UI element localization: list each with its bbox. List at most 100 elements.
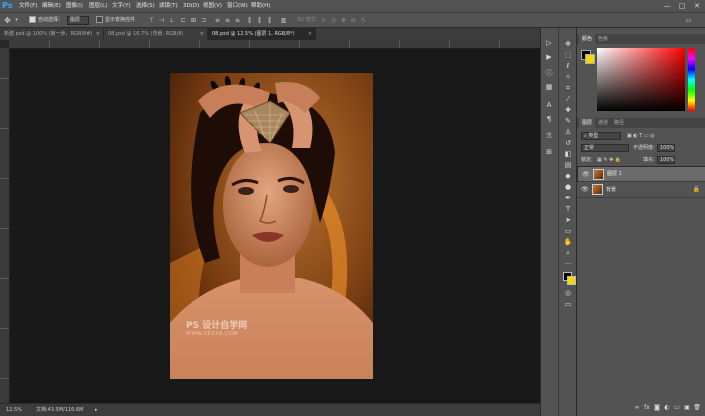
workspace-icon[interactable]: ▭ [685, 17, 692, 24]
menu-file[interactable]: 文件(F) [19, 0, 37, 12]
properties-icon[interactable]: ▦ [543, 82, 555, 92]
history-brush-icon[interactable]: ↺ [562, 138, 574, 148]
tab-paths[interactable]: 路径 [611, 118, 627, 128]
background-color-swatch[interactable] [585, 54, 595, 64]
layer-row[interactable]: 👁 图层 1 [577, 166, 705, 182]
menu-filter[interactable]: 滤镜(T) [159, 0, 178, 12]
marquee-tool-icon[interactable]: ⬚ [562, 50, 574, 60]
new-group-icon[interactable]: ▭ [673, 404, 681, 412]
quick-mask-icon[interactable]: ◎ [562, 288, 574, 298]
3d-rotate-icon[interactable]: ↻ [320, 17, 327, 24]
gradient-tool-icon[interactable]: ▤ [562, 160, 574, 170]
3d-roll-icon[interactable]: ◎ [330, 17, 337, 24]
dodge-tool-icon[interactable]: ● [562, 182, 574, 192]
move-tool-icon[interactable]: ✥ [562, 39, 574, 49]
fill-input[interactable]: 100% [657, 156, 675, 164]
align-hcenter-icon[interactable]: ⊞ [190, 17, 197, 24]
crop-tool-icon[interactable]: ⌗ [562, 83, 574, 93]
actions-icon[interactable]: ▶ [543, 52, 555, 62]
menu-window[interactable]: 窗口(W) [227, 0, 248, 12]
new-layer-icon[interactable]: ▣ [683, 404, 691, 412]
type-tool-icon[interactable]: T [562, 204, 574, 214]
3d-slide-icon[interactable]: ⇄ [350, 17, 357, 24]
color-picker-field[interactable] [597, 48, 685, 111]
visibility-eye-icon[interactable]: 👁 [581, 186, 589, 193]
tab-swatches[interactable]: 色板 [595, 34, 611, 44]
add-mask-icon[interactable]: ◙ [653, 404, 661, 412]
align-right-icon[interactable]: ⊐ [200, 17, 207, 24]
layer-name[interactable]: 图层 1 [607, 171, 622, 178]
close-button[interactable]: ✕ [690, 0, 704, 12]
chevron-down-icon[interactable]: ▾ [13, 17, 20, 24]
blur-tool-icon[interactable]: ◆ [562, 171, 574, 181]
character-icon[interactable]: A [543, 100, 555, 110]
adjustment-layer-icon[interactable]: ◐ [663, 404, 671, 412]
close-icon[interactable]: × [200, 28, 204, 40]
layer-style-icon[interactable]: fx [643, 404, 651, 412]
visibility-eye-icon[interactable]: 👁 [582, 171, 590, 178]
3d-scale-icon[interactable]: ⇱ [360, 17, 367, 24]
background-color-swatch[interactable] [567, 276, 576, 285]
brush-tool-icon[interactable]: ✎ [562, 116, 574, 126]
menu-select[interactable]: 选择(S) [136, 0, 155, 12]
tab-document-1[interactable]: 新建.psd @ 100% (第一步，RGB/8#) × [0, 28, 104, 40]
tab-color[interactable]: 颜色 [579, 34, 596, 44]
menu-type[interactable]: 文字(Y) [112, 0, 131, 12]
lasso-tool-icon[interactable]: ℓ [562, 61, 574, 71]
hand-tool-icon[interactable]: ✋ [562, 237, 574, 247]
pen-tool-icon[interactable]: ✒ [562, 193, 574, 203]
shape-tool-icon[interactable]: ▭ [562, 226, 574, 236]
auto-select-dropdown[interactable]: 图层 [67, 16, 89, 25]
zoom-tool-icon[interactable]: ⌕ [562, 248, 574, 258]
distribute-left-icon[interactable]: ‖ [246, 17, 253, 24]
align-top-icon[interactable]: ⊤ [148, 17, 155, 24]
tab-document-2[interactable]: 08.psd @ 16.7% (背景, RGB/8) × [104, 28, 208, 40]
menu-3d[interactable]: 3D(D) [183, 0, 199, 12]
close-icon[interactable]: × [308, 28, 312, 40]
magic-wand-icon[interactable]: ✧ [562, 72, 574, 82]
adjustments-icon[interactable]: ⊞ [543, 147, 555, 157]
layer-name[interactable]: 背景 [606, 186, 616, 193]
auto-select-checkbox[interactable]: 自动选择： [29, 16, 63, 25]
tab-document-3[interactable]: 08.psd @ 12.5% (图层 1, RGB/8*) × [208, 28, 316, 40]
menu-help[interactable]: 帮助(H) [251, 0, 270, 12]
layer-filter-dropdown[interactable]: ⌕ 类型 [581, 132, 621, 140]
opacity-input[interactable]: 100% [657, 144, 675, 152]
link-layers-icon[interactable]: ∞ [633, 404, 641, 412]
healing-brush-icon[interactable]: ✚ [562, 105, 574, 115]
paragraph-icon[interactable]: ¶ [543, 114, 555, 124]
tab-layers[interactable]: 图层 [579, 118, 596, 128]
align-bottom-icon[interactable]: ⊥ [168, 17, 175, 24]
path-select-icon[interactable]: ➤ [562, 215, 574, 225]
3d-drag-icon[interactable]: ✥ [340, 17, 347, 24]
align-left-icon[interactable]: ⊏ [180, 17, 187, 24]
document-image[interactable]: PS 设计自学网 WWW.16XX8.COM [170, 73, 373, 379]
tab-channels[interactable]: 通道 [595, 118, 611, 128]
align-vcenter-icon[interactable]: ⊣ [158, 17, 165, 24]
brush-preset-icon[interactable]: ℛ [543, 131, 555, 141]
menu-image[interactable]: 图像(I) [66, 0, 83, 12]
show-transform-checkbox[interactable]: 显示变换控件 [96, 16, 135, 25]
menu-view[interactable]: 视图(V) [203, 0, 222, 12]
auto-align-icon[interactable]: ▥ [280, 17, 287, 24]
move-tool-icon[interactable]: ✥ [4, 17, 11, 25]
history-icon[interactable]: ▷ [543, 38, 555, 48]
more-tools-icon[interactable]: ··· [562, 259, 574, 269]
distribute-vcenter-icon[interactable]: ≡ [224, 17, 231, 24]
menu-layer[interactable]: 图层(L) [89, 0, 107, 12]
eyedropper-icon[interactable]: ⁄ [562, 94, 574, 104]
status-menu-arrow[interactable]: ▸ [95, 406, 98, 414]
blend-mode-dropdown[interactable]: 正常 [581, 144, 629, 152]
distribute-bottom-icon[interactable]: ≡ [234, 17, 241, 24]
lock-icons[interactable]: ▦ ✎ ✥ 🔒 [597, 156, 621, 164]
maximize-button[interactable]: □ [675, 0, 689, 12]
layer-row[interactable]: 👁 背景 🔒 [577, 182, 705, 198]
distribute-top-icon[interactable]: ≡ [214, 17, 221, 24]
zoom-level[interactable]: 12.5% [6, 406, 22, 414]
delete-layer-icon[interactable]: 🗑 [693, 404, 701, 412]
eraser-icon[interactable]: ◧ [562, 149, 574, 159]
layer-filter-icons[interactable]: ▣ ◐ T ▭ ◎ [627, 132, 655, 140]
clone-stamp-icon[interactable]: ♙ [562, 127, 574, 137]
menu-edit[interactable]: 编辑(E) [42, 0, 61, 12]
minimize-button[interactable]: — [660, 0, 674, 12]
